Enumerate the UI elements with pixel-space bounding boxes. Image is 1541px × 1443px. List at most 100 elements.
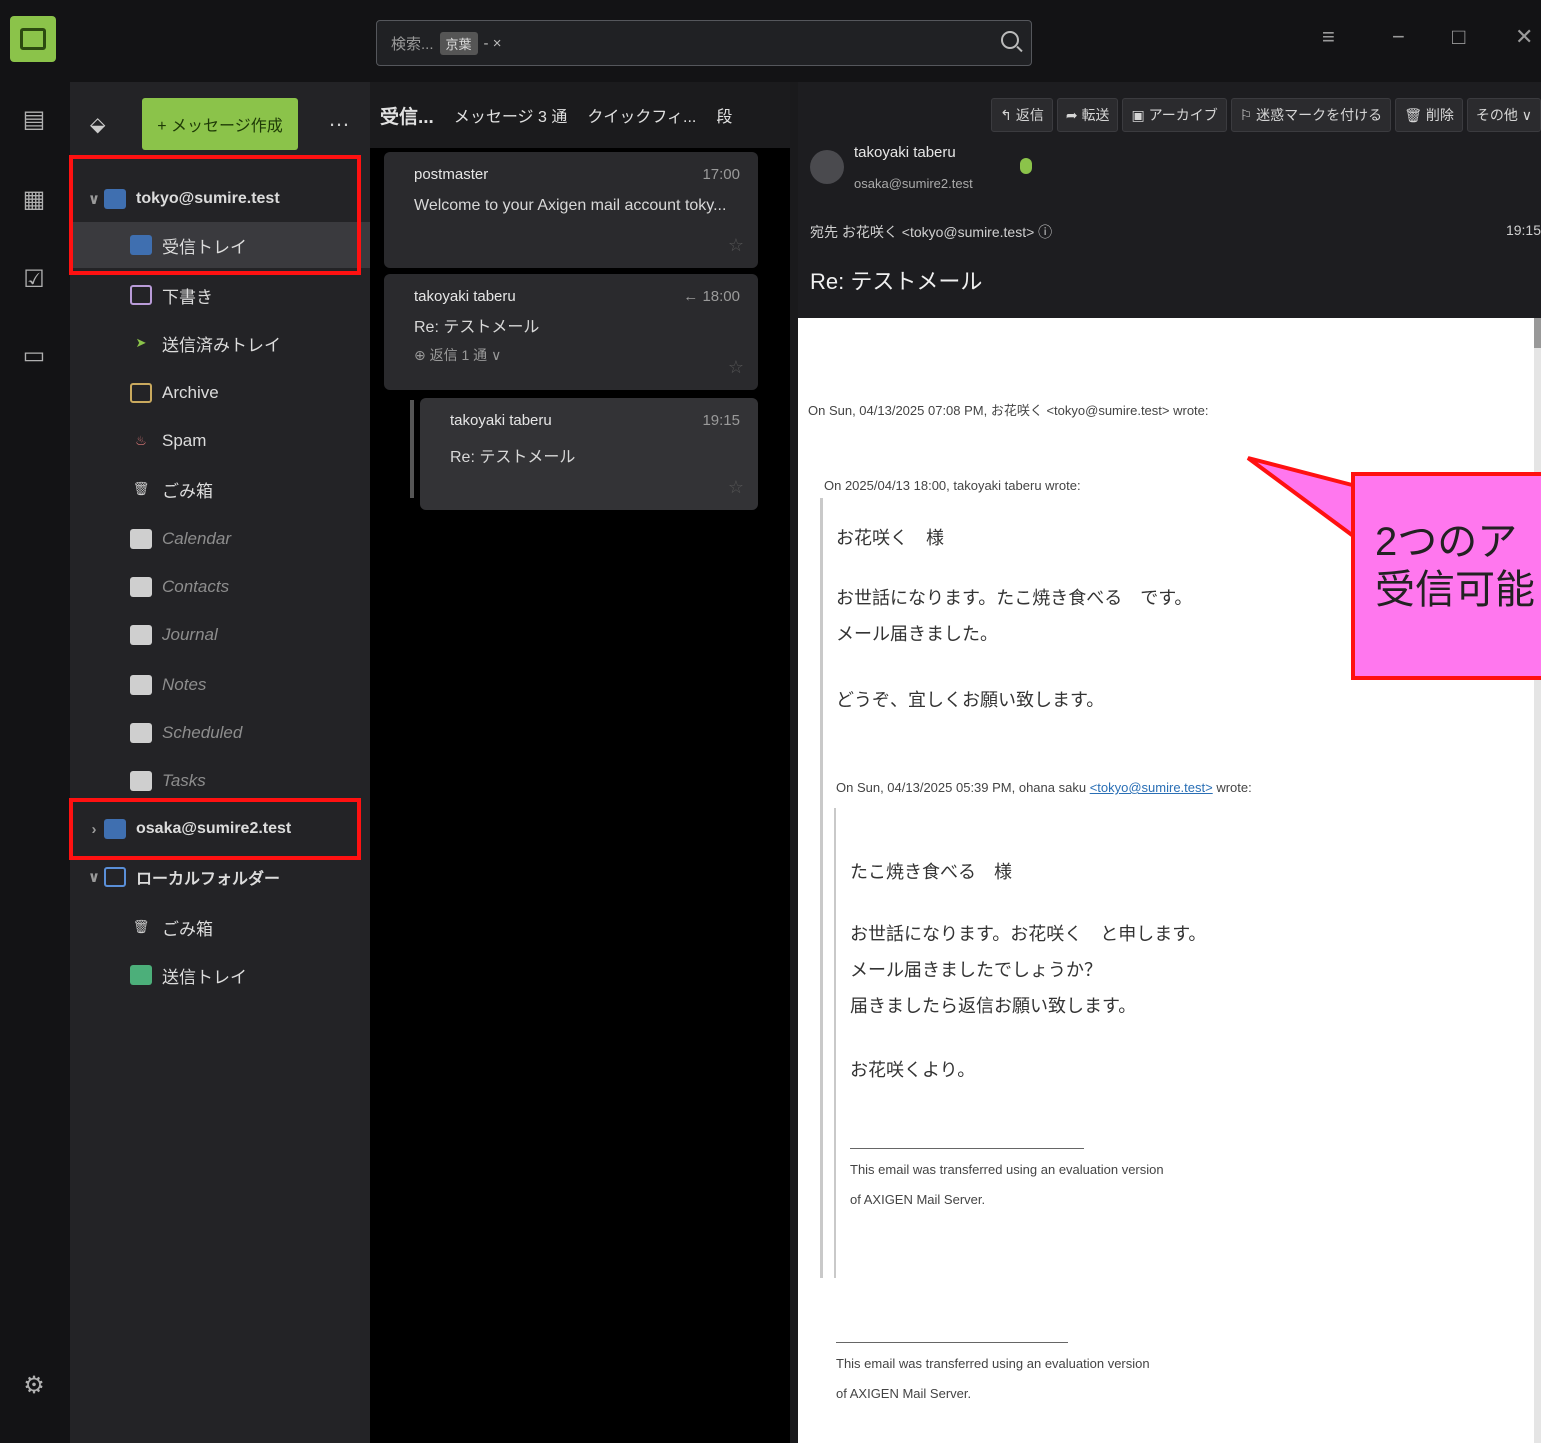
sort-button[interactable]: 段 [716, 103, 732, 127]
folder-spam[interactable]: ♨ Spam [70, 418, 370, 464]
get-messages-icon[interactable]: ⬙ [90, 112, 105, 137]
forward-button[interactable]: ➦ 転送 [1056, 98, 1119, 132]
body-text: どうぞ、宜しくお願い致します。 [836, 690, 1105, 710]
body-text: お花咲く 様 [836, 528, 944, 548]
folder-scheduled[interactable]: Scheduled [70, 710, 370, 756]
body-text: たこ焼き食べる 様 [850, 862, 1012, 882]
folder-label: Spam [162, 431, 207, 450]
message-time: ← 18:00 [683, 288, 740, 305]
sender-email[interactable]: osaka@sumire2.test [854, 176, 973, 191]
star-icon[interactable]: ☆ [728, 357, 744, 378]
address-book-icon[interactable]: ▤ [20, 106, 48, 134]
body-text: メール届きましたでしょうか？ [850, 960, 1102, 980]
thread-toggle[interactable]: ⊕ 返信 1 通 ∨ [414, 345, 740, 365]
chevron-down-icon[interactable]: ∨ [84, 868, 104, 886]
account-local-folders[interactable]: ∨ ローカルフォルダー [70, 854, 370, 900]
search-icon[interactable] [1001, 31, 1019, 49]
more-options-icon[interactable]: … [328, 106, 350, 132]
folder-icon [130, 771, 152, 791]
folder-icon [130, 577, 152, 597]
folder-label: Notes [162, 675, 207, 694]
folder-contacts[interactable]: Contacts [70, 564, 370, 610]
quick-filter-button[interactable]: クイックフィ... [587, 103, 696, 127]
message-date: 19:15 [1505, 222, 1541, 238]
body-text: お世話になります。お花咲く と申します。 [850, 924, 1207, 944]
message-card-selected[interactable]: takoyaki taberu 19:15 Re: テストメール ☆ [420, 398, 758, 510]
drafts-icon [130, 285, 152, 305]
folder-local-trash[interactable]: 🗑 ごみ箱 [70, 904, 370, 950]
signature-divider [836, 1342, 1068, 1343]
folder-label: ごみ箱 [162, 919, 213, 939]
folder-trash[interactable]: 🗑 ごみ箱 [70, 466, 370, 512]
more-button[interactable]: その他 ∨ [1466, 98, 1541, 132]
message-header-toolbar: ↰ 返信 ➦ 転送 ▣ アーカイブ ⚐ 迷惑マークを付ける 🗑 削除 その他 ∨ [798, 82, 1541, 148]
folder-journal[interactable]: Journal [70, 612, 370, 658]
local-folder-icon [104, 867, 126, 887]
signature-divider [850, 1148, 1084, 1149]
message-subject: Re: テストメール [414, 319, 540, 336]
quote-header: On Sun, 04/13/2025 07:08 PM, お花咲く <tokyo… [808, 403, 1209, 418]
message-count: メッセージ 3 通 [453, 109, 568, 126]
account-label: ローカルフォルダー [136, 871, 281, 888]
search-input[interactable]: 検索... 京葉 - × [376, 20, 1032, 66]
folder-drafts[interactable]: 下書き [70, 272, 370, 318]
signature-text: of AXIGEN Mail Server. [836, 1386, 972, 1401]
message-from: takoyaki taberu [414, 288, 516, 305]
minimize-icon[interactable]: − [1392, 26, 1405, 48]
signature-text: This email was transferred using an eval… [850, 1162, 1164, 1177]
folder-calendar[interactable]: Calendar [70, 516, 370, 562]
close-icon[interactable]: ✕ [1515, 26, 1533, 48]
folder-label: Journal [162, 625, 218, 644]
archive-icon [130, 383, 152, 403]
folder-icon [130, 625, 152, 645]
quote-header-text: wrote: [1212, 780, 1252, 795]
sender-name[interactable]: takoyaki taberu [854, 144, 956, 161]
folder-label: Tasks [162, 771, 206, 790]
tasks-icon[interactable]: ☑ [20, 266, 48, 294]
mark-junk-button[interactable]: ⚐ 迷惑マークを付ける [1230, 98, 1392, 132]
archive-button[interactable]: ▣ アーカイブ [1122, 98, 1227, 132]
star-icon[interactable]: ☆ [728, 235, 744, 256]
body-text: お花咲くより。 [850, 1060, 976, 1080]
message-from: postmaster [414, 166, 489, 183]
send-icon: ➤ [135, 335, 147, 350]
email-link[interactable]: <tokyo@sumire.test> [1090, 780, 1213, 795]
message-card[interactable]: postmaster 17:00 Welcome to your Axigen … [384, 152, 758, 268]
search-scope-chip[interactable]: 京葉 [439, 31, 478, 55]
folder-notes[interactable]: Notes [70, 662, 370, 708]
signature-text: of AXIGEN Mail Server. [850, 1192, 986, 1207]
folder-pane: ⬙ + メッセージ作成 … ∨ tokyo@sumire.test 受信トレイ … [70, 82, 370, 1443]
chat-icon[interactable]: ▭ [20, 342, 48, 370]
delete-button[interactable]: 🗑 削除 [1395, 98, 1463, 132]
quote-header-text: On Sun, 04/13/2025 05:39 PM, ohana saku [836, 780, 1090, 795]
callout-line-2: 受信可能 [1375, 568, 1535, 612]
message-subject: Welcome to your Axigen mail account toky… [414, 197, 727, 214]
search-clear[interactable]: - × [484, 35, 502, 52]
folder-sent[interactable]: ➤ 送信済みトレイ [70, 320, 370, 366]
folder-archive[interactable]: Archive [70, 370, 370, 416]
folder-outbox[interactable]: 送信トレイ [70, 952, 370, 998]
maximize-icon[interactable]: □ [1452, 26, 1465, 48]
app-logo-icon[interactable] [10, 16, 56, 62]
folder-icon [130, 529, 152, 549]
title-bar: 検索... 京葉 - × ≡ − □ ✕ [0, 0, 1541, 82]
reading-pane: ↰ 返信 ➦ 転送 ▣ アーカイブ ⚐ 迷惑マークを付ける 🗑 削除 その他 ∨… [798, 82, 1541, 1443]
folder-label: Archive [162, 383, 219, 402]
folder-label: 下書き [162, 287, 213, 307]
contact-status-icon [1020, 158, 1032, 174]
outbox-icon [130, 965, 152, 985]
reply-button[interactable]: ↰ 返信 [991, 98, 1053, 132]
trash-icon: 🗑 [132, 919, 150, 934]
settings-gear-icon[interactable]: ⚙ [20, 1372, 48, 1400]
message-card[interactable]: takoyaki taberu ← 18:00 Re: テストメール ⊕ 返信 … [384, 274, 758, 390]
body-text: お世話になります。たこ焼き食べる です。 [836, 588, 1193, 608]
folder-label: 送信トレイ [162, 967, 247, 987]
message-subject: Re: テストメール [450, 449, 576, 466]
body-text: メール届きました。 [836, 624, 998, 644]
compose-button[interactable]: + メッセージ作成 [142, 98, 298, 150]
calendar-icon[interactable]: ▦ [20, 186, 48, 214]
menu-icon[interactable]: ≡ [1322, 26, 1335, 48]
star-icon[interactable]: ☆ [728, 477, 744, 498]
recipient-line[interactable]: 宛先 お花咲く <tokyo@sumire.test> ⓘ [810, 222, 1052, 242]
thread-line [410, 400, 414, 498]
